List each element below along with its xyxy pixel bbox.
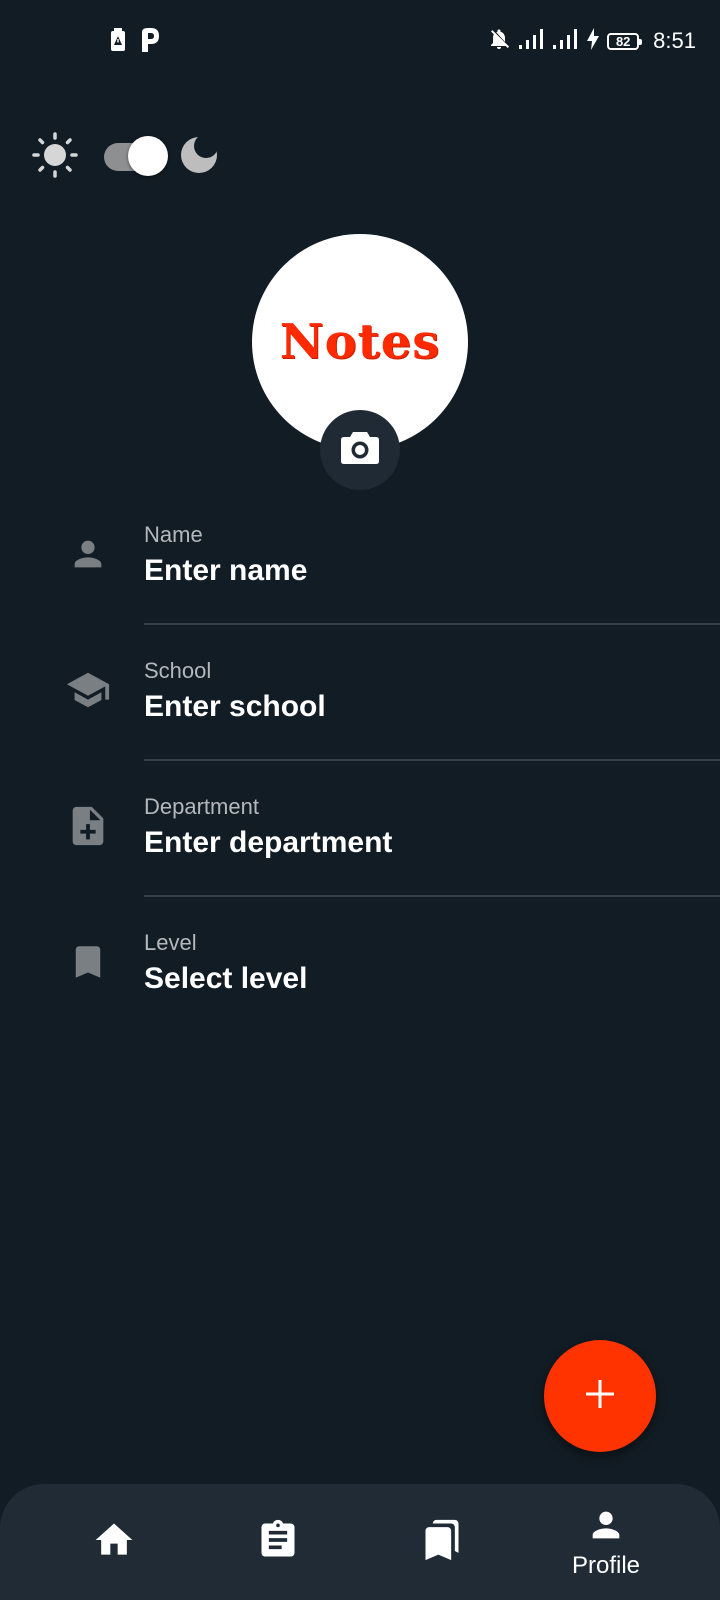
dark-mode-switch[interactable] <box>102 134 168 180</box>
battery-icon: 82 <box>607 32 643 50</box>
bottom-navigation: Profile <box>0 1484 720 1600</box>
p-app-icon <box>140 28 160 57</box>
nav-item-profile[interactable]: Profile <box>546 1484 666 1600</box>
change-photo-button[interactable] <box>320 410 400 490</box>
divider <box>144 895 720 897</box>
level-label: Level <box>144 930 197 955</box>
add-button[interactable] <box>544 1340 656 1452</box>
theme-toggle <box>32 131 218 183</box>
nav-item-home[interactable] <box>54 1484 174 1600</box>
charging-icon <box>587 27 600 55</box>
camera-icon <box>340 430 380 471</box>
divider <box>144 623 720 625</box>
school-icon <box>64 666 112 714</box>
level-value[interactable]: Select level <box>144 962 307 996</box>
status-bar: 82 8:51 <box>0 0 720 80</box>
person-icon <box>586 1505 626 1550</box>
status-bar-right: 82 8:51 <box>487 24 696 58</box>
moon-icon[interactable] <box>180 133 218 179</box>
school-value[interactable]: Enter school <box>144 690 326 724</box>
divider <box>144 759 720 761</box>
name-field[interactable]: Name Enter name <box>0 516 720 616</box>
bookmark-icon <box>64 938 112 986</box>
profile-avatar: Notes <box>252 234 468 490</box>
nav-item-bookmarks[interactable] <box>382 1484 502 1600</box>
department-value[interactable]: Enter department <box>144 826 392 860</box>
status-time: 8:51 <box>653 28 696 53</box>
bookmarks-icon <box>420 1518 464 1567</box>
signal-icon <box>519 28 545 54</box>
clipboard-icon <box>256 1518 300 1567</box>
department-field[interactable]: Department Enter department <box>0 788 720 888</box>
name-value[interactable]: Enter name <box>144 554 307 588</box>
status-bar-left <box>110 28 160 57</box>
notes-logo: Notes <box>279 314 441 370</box>
department-label: Department <box>144 794 259 819</box>
school-field[interactable]: School Enter school <box>0 652 720 752</box>
level-field[interactable]: Level Select level <box>0 924 720 1024</box>
nav-label-profile: Profile <box>571 1551 641 1579</box>
switch-thumb <box>128 136 168 176</box>
school-label: School <box>144 658 212 683</box>
person-icon <box>64 530 112 578</box>
name-label: Name <box>144 522 203 547</box>
sun-icon[interactable] <box>32 131 78 183</box>
bell-off-icon <box>487 27 511 56</box>
nav-item-notes[interactable] <box>218 1484 338 1600</box>
note-add-icon <box>64 802 112 850</box>
plus-icon <box>583 1377 617 1416</box>
battery-alert-icon <box>110 28 126 57</box>
signal-icon <box>553 28 579 54</box>
home-icon <box>92 1518 136 1567</box>
